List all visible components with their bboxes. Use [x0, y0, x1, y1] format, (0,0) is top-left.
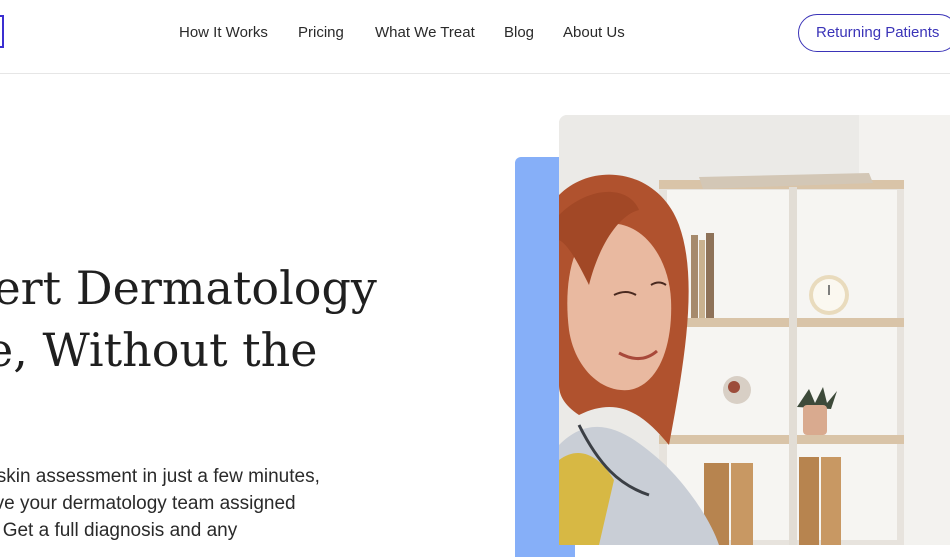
- hero-title-line: pert Dermatology: [0, 261, 377, 315]
- hero-description-line: tely. Get a full diagnosis and any: [0, 520, 238, 541]
- logo[interactable]: [0, 15, 4, 48]
- hero-description-line: our skin assessment in just a few minute…: [0, 466, 320, 487]
- hero-title-line: it: [0, 381, 484, 443]
- nav-what-we-treat[interactable]: What We Treat: [375, 24, 475, 41]
- returning-patients-button[interactable]: Returning Patients: [798, 14, 950, 52]
- doctor-illustration: [559, 115, 950, 545]
- nav-pricing[interactable]: Pricing: [298, 24, 344, 41]
- hero-description-line: l have your dermatology team assigned: [0, 493, 296, 514]
- hero-title-line: re, Without the: [0, 323, 318, 377]
- nav-about-us[interactable]: About Us: [563, 24, 625, 41]
- nav-blog[interactable]: Blog: [504, 24, 534, 41]
- hero-photo: [559, 115, 950, 545]
- nav-how-it-works[interactable]: How It Works: [179, 24, 268, 41]
- site-header: How It Works Pricing What We Treat Blog …: [0, 0, 950, 74]
- hero-description: our skin assessment in just a few minute…: [0, 463, 424, 544]
- hero-title: pert Dermatology re, Without the it: [0, 257, 484, 443]
